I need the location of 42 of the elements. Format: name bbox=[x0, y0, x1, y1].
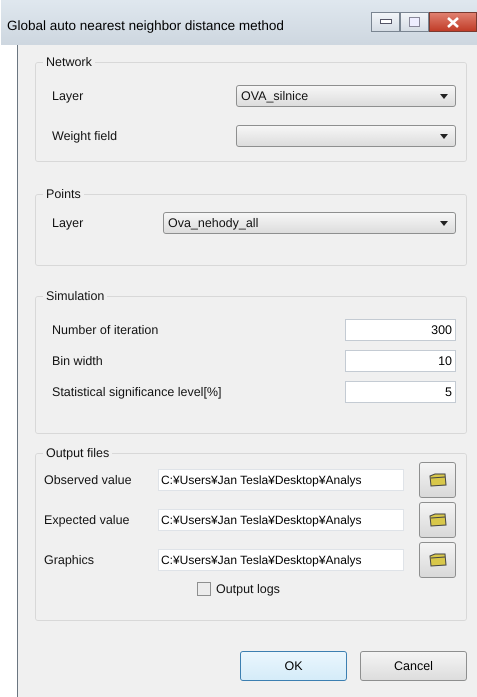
minimize-button[interactable] bbox=[371, 12, 400, 32]
close-button[interactable] bbox=[429, 12, 477, 32]
browse-button[interactable] bbox=[419, 542, 456, 578]
group-title: Points bbox=[43, 187, 84, 201]
folder-icon bbox=[428, 553, 446, 567]
dialog-button[interactable]: OK bbox=[240, 651, 347, 681]
dropdown[interactable]: OVA_silnice bbox=[236, 85, 456, 107]
dialog-button[interactable]: Cancel bbox=[360, 651, 467, 681]
field-label: Statistical significance level[%] bbox=[52, 385, 222, 399]
maximize-icon bbox=[409, 17, 420, 27]
maximize-button[interactable] bbox=[400, 12, 429, 32]
window-title: Global auto nearest neighbor distance method bbox=[6, 17, 284, 33]
field-label: Graphics bbox=[44, 553, 94, 567]
field-label: Observed value bbox=[44, 473, 132, 487]
field-label: Bin width bbox=[52, 354, 103, 368]
input-field[interactable]: C:¥Users¥Jan Tesla¥Desktop¥Analys bbox=[158, 549, 404, 571]
dropdown[interactable] bbox=[236, 125, 456, 147]
caret-icon bbox=[440, 220, 448, 226]
field-label: Layer bbox=[52, 216, 84, 230]
browse-button[interactable] bbox=[419, 462, 456, 498]
input-field[interactable]: C:¥Users¥Jan Tesla¥Desktop¥Analys bbox=[158, 509, 404, 531]
caret-icon bbox=[440, 134, 448, 138]
group-title: Simulation bbox=[43, 289, 108, 303]
caret-icon bbox=[440, 94, 448, 98]
input-field[interactable]: 10 bbox=[345, 350, 456, 372]
field-label: Weight field bbox=[52, 129, 118, 143]
minimize-icon bbox=[380, 19, 392, 25]
input-field[interactable]: 5 bbox=[345, 381, 456, 403]
group-title: Output files bbox=[43, 446, 112, 460]
input-field[interactable]: 300 bbox=[345, 319, 456, 341]
input-field[interactable]: C:¥Users¥Jan Tesla¥Desktop¥Analys bbox=[158, 469, 404, 491]
field-label: Number of iteration bbox=[52, 323, 158, 337]
folder-icon bbox=[428, 473, 446, 487]
checkbox-label: Output logs bbox=[216, 582, 280, 596]
field-label: Layer bbox=[52, 89, 84, 103]
dropdown[interactable]: Ova_nehody_all bbox=[163, 212, 456, 234]
browse-button[interactable] bbox=[419, 502, 456, 538]
folder-icon bbox=[428, 513, 446, 527]
close-icon bbox=[447, 16, 459, 28]
group-title: Network bbox=[43, 55, 95, 69]
checkbox[interactable] bbox=[197, 582, 211, 596]
field-label: Expected value bbox=[44, 513, 130, 527]
